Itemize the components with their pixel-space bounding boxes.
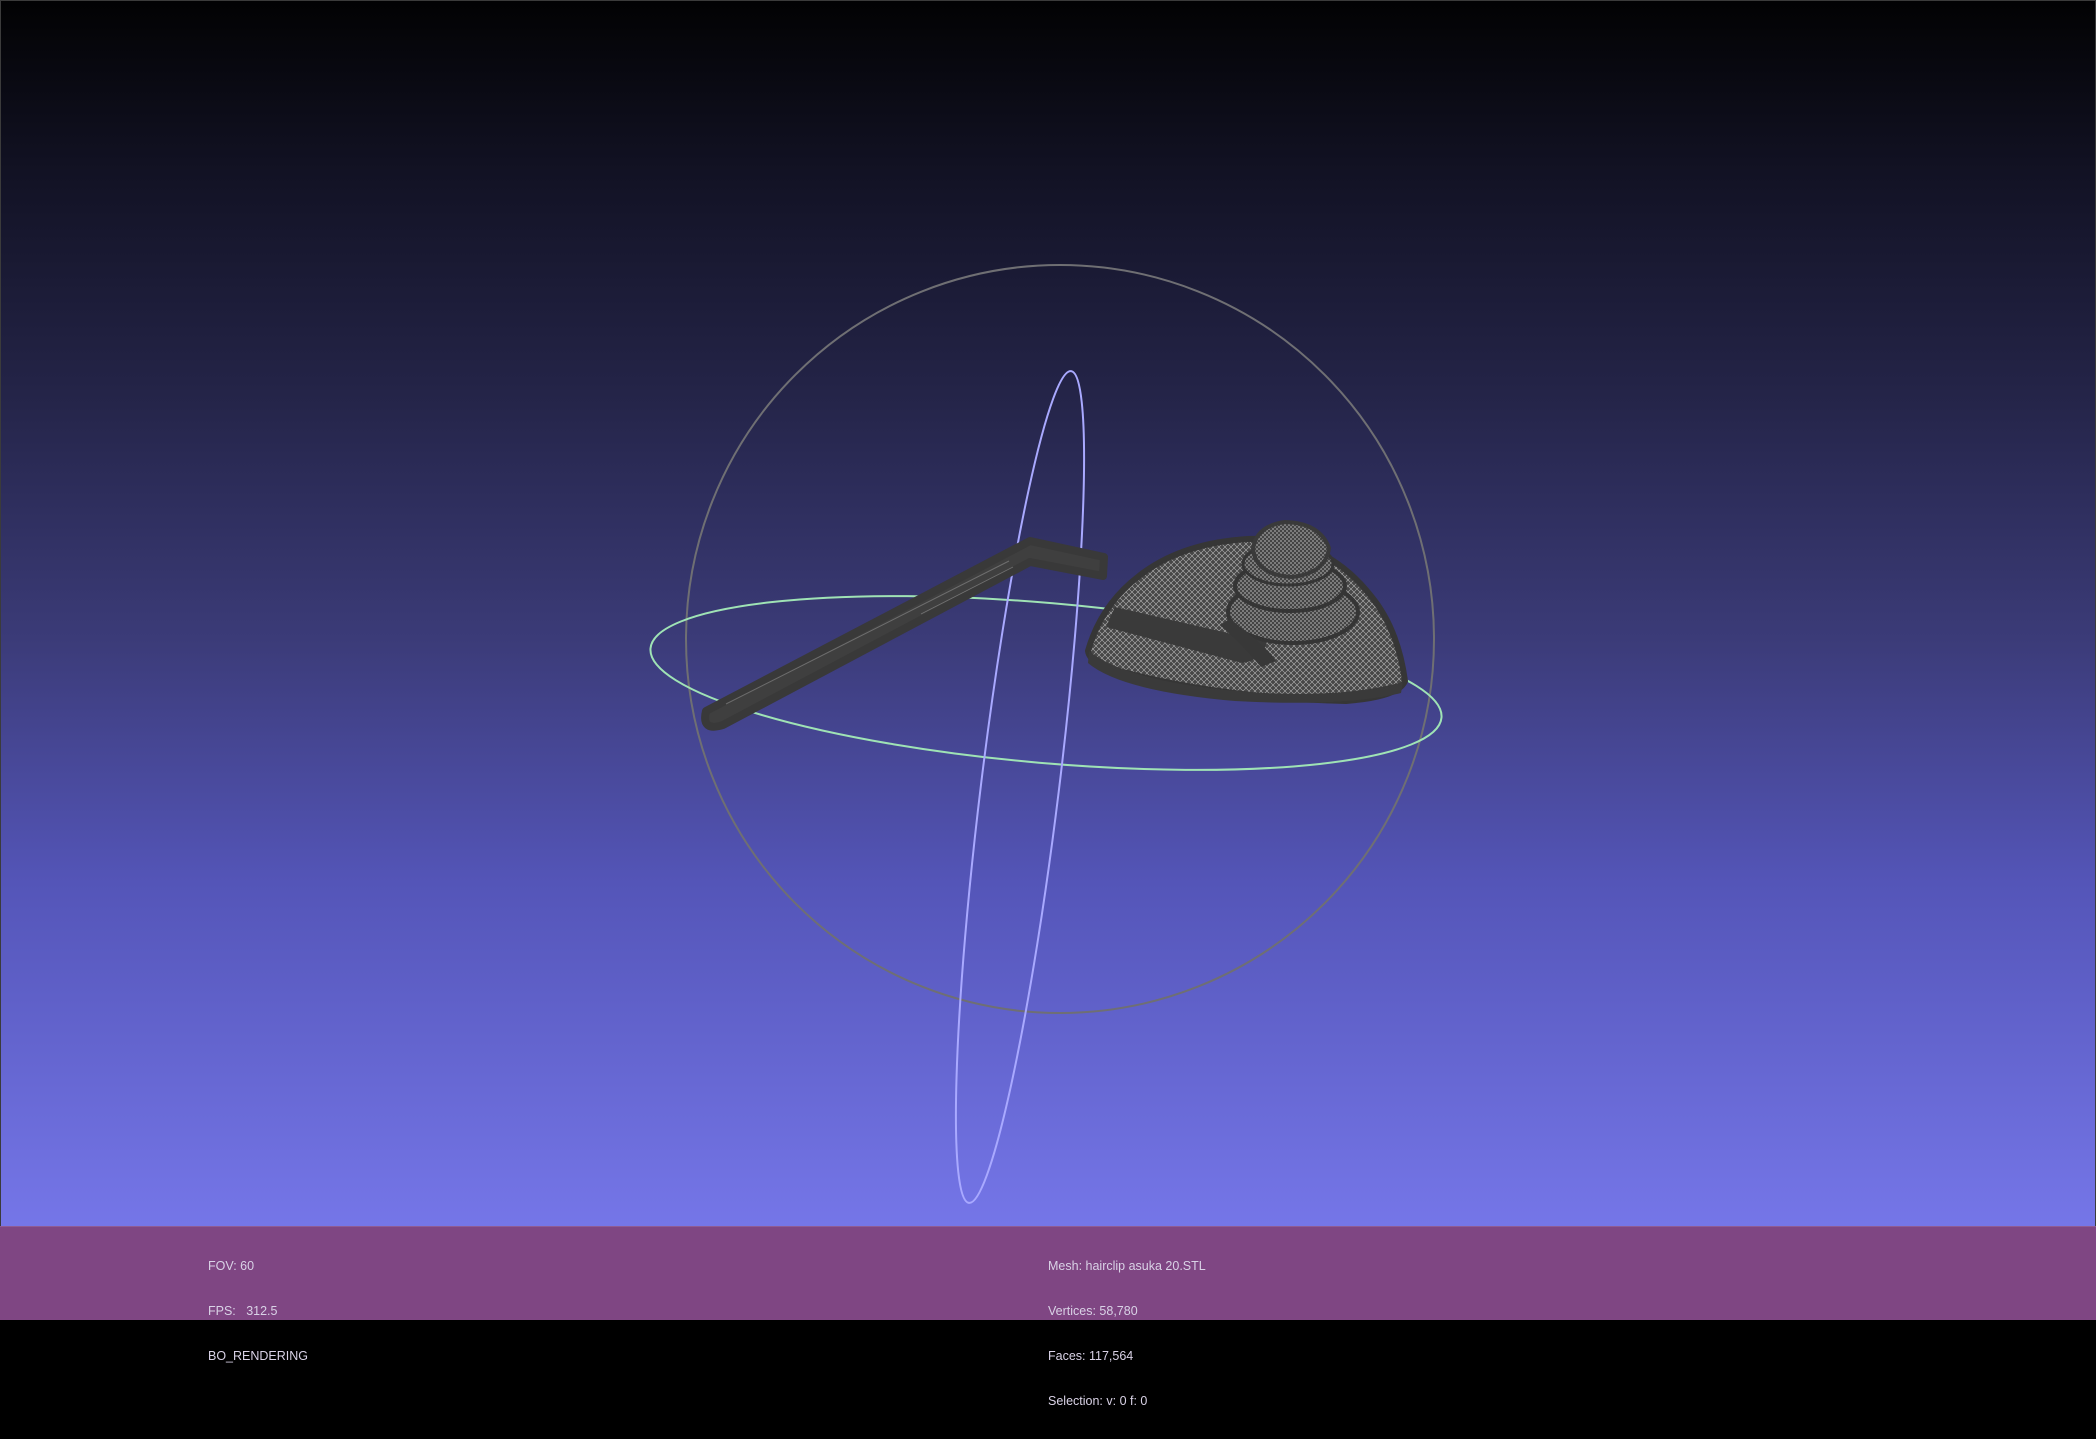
mesh-info: Mesh: hairclip asuka 20.STL Vertices: 58… — [1048, 1229, 1206, 1439]
hairclip-cap — [1250, 519, 1332, 580]
hairclip-arm-highlight — [725, 560, 1010, 705]
faces-label: Faces: 117,564 — [1048, 1349, 1134, 1363]
trackball-vertical-ring[interactable] — [930, 366, 1110, 1207]
trackball-icon[interactable] — [644, 264, 1449, 1208]
viewer-info: FOV: 60 FPS: 312.5 BO_RENDERING — [208, 1229, 308, 1394]
rendering-mode-label: BO_RENDERING — [208, 1349, 309, 1363]
status-info-bar: FOV: 60 FPS: 312.5 BO_RENDERING Mesh: ha… — [0, 1226, 2096, 1408]
scene-canvas[interactable] — [1, 1, 2096, 1226]
hairclip-arm — [701, 537, 1108, 731]
3d-viewport[interactable] — [0, 0, 2096, 1226]
mesh-name-label: Mesh: hairclip asuka 20.STL — [1048, 1259, 1206, 1273]
fps-label: FPS: 312.5 — [208, 1304, 278, 1318]
hairclip-mesh[interactable] — [701, 519, 1409, 731]
selection-label: Selection: v: 0 f: 0 — [1048, 1394, 1148, 1408]
vertices-label: Vertices: 58,780 — [1048, 1304, 1138, 1318]
fov-label: FOV: 60 — [208, 1259, 255, 1273]
